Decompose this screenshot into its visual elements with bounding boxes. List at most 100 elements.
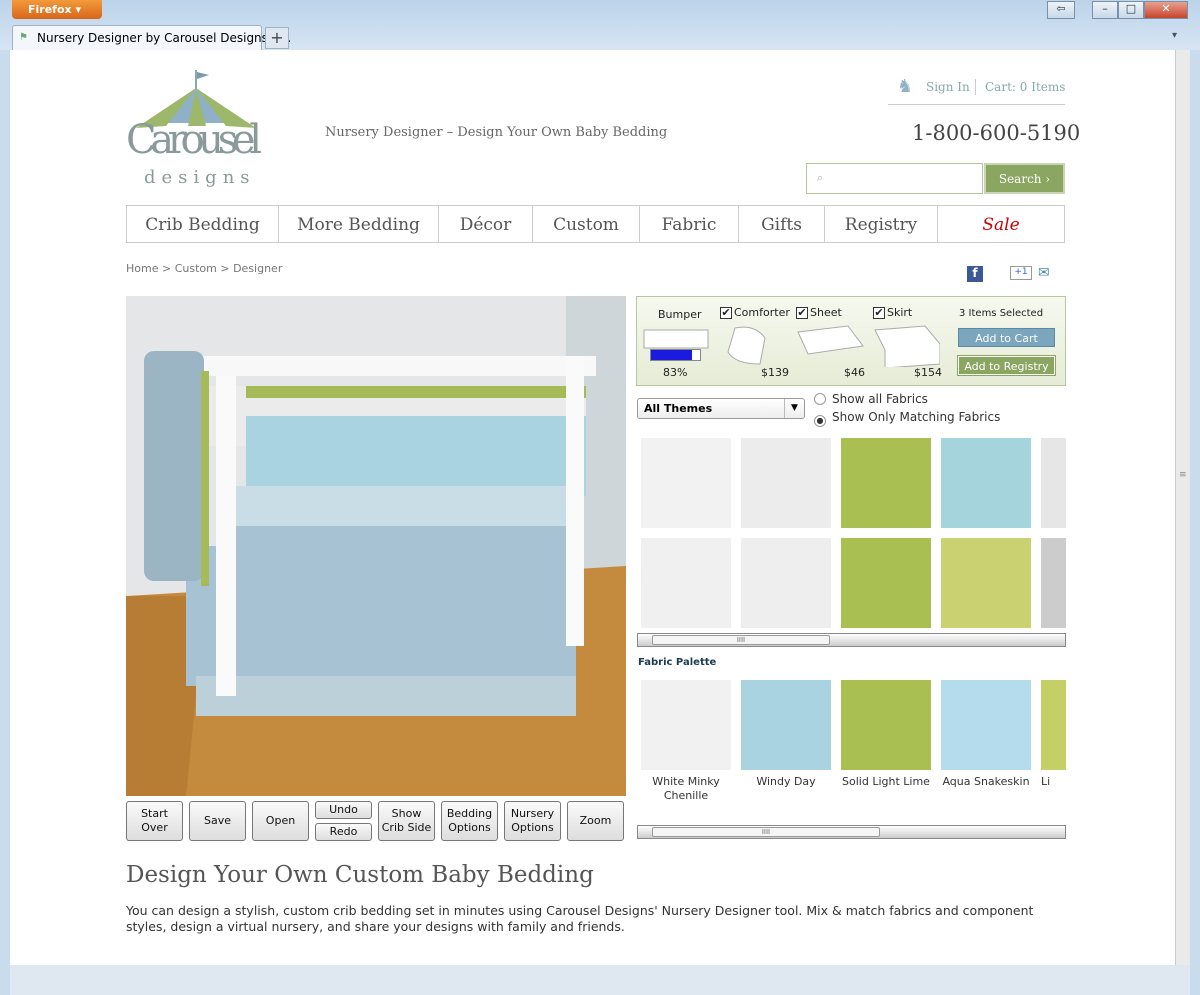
chevron-down-icon: ▼ <box>784 399 804 418</box>
palette-name: White Minky Chenille <box>652 775 720 802</box>
content-heading: Design Your Own Custom Baby Bedding <box>126 862 594 888</box>
palette-name: Solid Light Lime <box>842 775 930 788</box>
zoom-button[interactable]: Zoom <box>567 801 624 841</box>
skirt-checkbox[interactable]: ✔ Skirt <box>873 306 912 319</box>
new-tab-button[interactable]: + <box>265 27 289 49</box>
breadcrumb-current: Designer <box>233 262 283 275</box>
add-to-registry-button[interactable]: Add to Registry <box>957 355 1056 376</box>
save-button[interactable]: Save <box>189 801 246 841</box>
email-icon[interactable]: ✉ <box>1038 265 1050 281</box>
back-window-icon[interactable]: ⇦ <box>1047 1 1075 19</box>
bumper-label: Bumper <box>658 308 702 321</box>
breadcrumb-custom[interactable]: Custom <box>175 262 217 275</box>
palette-swatch[interactable] <box>641 680 731 770</box>
status-bar <box>10 965 1190 995</box>
page-icon: ⚑ <box>19 32 28 43</box>
tab-list-icon[interactable]: ▾ <box>1172 30 1177 41</box>
google-plus-one-icon[interactable]: +1 <box>1010 266 1032 280</box>
firefox-menu-label: Firefox <box>28 3 72 16</box>
nursery-options-button[interactable]: Nursery Options <box>504 801 561 841</box>
show-matching-fabrics-radio[interactable]: ● Show Only Matching Fabrics <box>814 410 1000 427</box>
fabric-swatch[interactable] <box>1041 538 1066 628</box>
palette-name: Aqua Snakeskin <box>942 775 1030 788</box>
tagline: Nursery Designer – Design Your Own Baby … <box>325 125 668 140</box>
tab-title: Nursery Designer by Carousel Designs - .… <box>37 31 292 45</box>
show-matching-label: Show Only Matching Fabrics <box>832 410 1001 424</box>
divider <box>888 104 1065 105</box>
cart-link[interactable]: Cart: 0 Items <box>985 80 1065 94</box>
bumper-progress-text: 83% <box>663 366 688 379</box>
firefox-menu-button[interactable]: Firefox ▾ <box>12 0 102 19</box>
main-nav: Crib Bedding More Bedding Décor Custom F… <box>126 205 1065 243</box>
breadcrumb-sep: > <box>161 262 172 275</box>
open-button[interactable]: Open <box>252 801 309 841</box>
breadcrumb-home[interactable]: Home <box>126 262 158 275</box>
bedding-options-button[interactable]: Bedding Options <box>441 801 498 841</box>
palette-swatch[interactable] <box>1041 680 1066 770</box>
breadcrumb-sep: > <box>220 262 230 275</box>
crib-preview <box>126 296 626 796</box>
nav-custom[interactable]: Custom <box>533 206 640 242</box>
search-button[interactable]: Search › <box>984 163 1065 194</box>
nav-sale[interactable]: Sale <box>938 206 1064 242</box>
fabric-grid-scrollbar[interactable]: IIII <box>637 633 1066 647</box>
fabric-swatch[interactable] <box>641 438 731 528</box>
nav-gifts[interactable]: Gifts <box>739 206 825 242</box>
breadcrumb: Home > Custom > Designer <box>126 262 282 275</box>
phone-number: 1-800-600-5190 <box>912 121 1081 145</box>
bumper-progress-bar <box>650 349 701 361</box>
undo-button[interactable]: Undo <box>315 801 372 819</box>
facebook-icon[interactable]: f <box>967 266 983 282</box>
scroll-thumb[interactable]: IIII <box>652 635 830 645</box>
comforter-label: Comforter <box>734 306 790 319</box>
svg-text:designs: designs <box>144 167 256 188</box>
carousel-horse-icon: ♞ <box>897 76 914 97</box>
fabric-palette-title: Fabric Palette <box>638 657 717 668</box>
vertical-scrollbar[interactable]: ≡ <box>1175 50 1190 965</box>
comforter-checkbox[interactable]: ✔ Comforter <box>720 306 790 319</box>
nav-crib-bedding[interactable]: Crib Bedding <box>127 206 279 242</box>
carousel-logo: Carousel designs <box>126 70 262 188</box>
fabric-palette-scrollbar[interactable]: IIII <box>637 825 1066 839</box>
sign-in-link[interactable]: Sign In <box>926 80 970 94</box>
skirt-label: Skirt <box>887 306 913 319</box>
maximize-button[interactable]: □ <box>1118 1 1144 19</box>
sheet-label: Sheet <box>810 306 842 319</box>
fabric-swatch[interactable] <box>941 538 1031 628</box>
scroll-thumb[interactable]: IIII <box>652 827 880 837</box>
fabric-palette: White Minky Chenille Windy Day Solid Lig… <box>637 678 1066 808</box>
palette-name: Windy Day <box>756 775 816 788</box>
close-button[interactable]: ✕ <box>1144 1 1188 19</box>
fabric-swatch[interactable] <box>741 438 831 528</box>
fabric-swatch[interactable] <box>841 438 931 528</box>
fabric-swatch[interactable] <box>941 438 1031 528</box>
skirt-price: $154 <box>914 366 942 379</box>
nav-decor[interactable]: Décor <box>439 206 533 242</box>
sheet-checkbox[interactable]: ✔ Sheet <box>796 306 842 319</box>
palette-swatch[interactable] <box>741 680 831 770</box>
palette-swatch[interactable] <box>941 680 1031 770</box>
nav-registry[interactable]: Registry <box>825 206 938 242</box>
fabric-swatch[interactable] <box>841 538 931 628</box>
add-to-cart-button[interactable]: Add to Cart <box>958 328 1055 347</box>
start-over-button[interactable]: Start Over <box>126 801 183 841</box>
palette-name: Li <box>1041 775 1051 788</box>
nav-more-bedding[interactable]: More Bedding <box>279 206 439 242</box>
search-input[interactable]: ⌕ <box>806 163 983 194</box>
content-body: You can design a stylish, custom crib be… <box>126 903 1034 934</box>
browser-tab[interactable]: ⚑ Nursery Designer by Carousel Designs - … <box>12 25 291 50</box>
divider <box>975 79 976 95</box>
fabric-swatch[interactable] <box>741 538 831 628</box>
show-all-fabrics-radio[interactable]: Show all Fabrics <box>814 392 928 406</box>
fabric-swatch[interactable] <box>641 538 731 628</box>
show-all-label: Show all Fabrics <box>832 392 928 406</box>
fabric-grid <box>637 435 1066 630</box>
minimize-button[interactable]: – <box>1092 1 1118 19</box>
fabric-swatch[interactable] <box>1041 438 1066 528</box>
redo-button[interactable]: Redo <box>315 823 372 841</box>
show-crib-side-button[interactable]: Show Crib Side <box>378 801 435 841</box>
nav-fabric[interactable]: Fabric <box>640 206 739 242</box>
theme-select-value: All Themes <box>644 402 713 415</box>
theme-select[interactable]: All Themes ▼ <box>637 398 805 419</box>
palette-swatch[interactable] <box>841 680 931 770</box>
